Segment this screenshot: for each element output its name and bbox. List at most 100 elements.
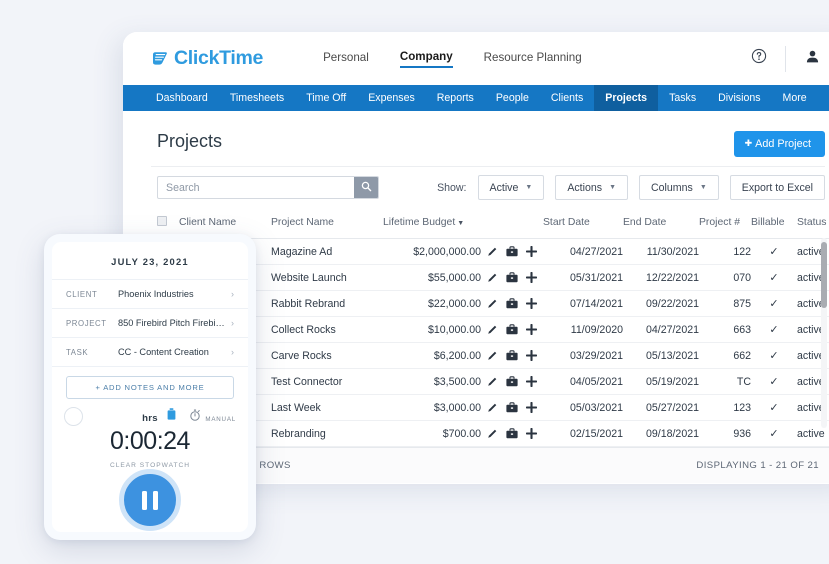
phone-field-project-value: 850 Firebird Pitch Firebird Pitc... <box>118 318 227 328</box>
search-button[interactable] <box>354 177 378 198</box>
cell-project-name[interactable]: Carve Rocks <box>271 342 383 369</box>
actions-dropdown[interactable]: Actions ▼ <box>555 175 628 200</box>
column-project-name[interactable]: Project Name <box>271 210 383 239</box>
plus-icon[interactable] <box>526 402 537 413</box>
nav-item-clients[interactable]: Clients <box>540 85 594 111</box>
columns-dropdown[interactable]: Columns ▼ <box>639 175 719 200</box>
cell-project-name[interactable]: Magazine Ad <box>271 238 383 265</box>
phone-field-client[interactable]: CLIENT Phoenix Industries › <box>52 280 248 309</box>
nav-item-more[interactable]: More <box>772 85 818 111</box>
plus-icon[interactable] <box>526 272 537 283</box>
plus-icon: ✚ <box>744 138 753 148</box>
briefcase-icon[interactable] <box>506 428 518 439</box>
topnav-item-resource-planning[interactable]: Resource Planning <box>484 51 582 67</box>
edit-pencil-icon[interactable] <box>487 350 498 361</box>
cell-project-name[interactable]: Rebranding <box>271 420 383 447</box>
briefcase-icon[interactable] <box>506 376 518 387</box>
cell-billable: ✓ <box>751 238 797 265</box>
nav-item-timesheets[interactable]: Timesheets <box>219 85 295 111</box>
nav-item-expenses[interactable]: Expenses <box>357 85 426 111</box>
edit-pencil-icon[interactable] <box>487 272 498 283</box>
table-row[interactable]: ›Website Launch$55,000.0005/31/202112/22… <box>157 264 829 291</box>
edit-pencil-icon[interactable] <box>487 246 498 257</box>
account-button[interactable] <box>793 42 829 76</box>
briefcase-icon[interactable] <box>506 298 518 309</box>
nav-item-dashboard[interactable]: Dashboard <box>145 85 219 111</box>
table-row[interactable]: › Rabbit Rebrand$22,000.00 07/14/202109/22… <box>157 290 829 317</box>
cell-project-name[interactable]: Collect Rocks <box>271 316 383 343</box>
add-project-label: Add Project <box>755 138 811 150</box>
add-project-button[interactable]: ✚ Add Project <box>733 131 825 157</box>
table-row[interactable]: › Collect Rocks$10,000.00 11/09/202004/27/… <box>157 316 829 343</box>
briefcase-icon[interactable] <box>506 402 518 413</box>
table-scrollbar-thumb[interactable] <box>821 242 827 308</box>
column-billable[interactable]: Billable <box>751 210 797 239</box>
nav-item-time-off[interactable]: Time Off <box>295 85 357 111</box>
plus-icon[interactable] <box>526 350 537 361</box>
cell-billable: ✓ <box>751 394 797 421</box>
column-start-date[interactable]: Start Date <box>543 210 623 239</box>
cell-start-date: 11/09/2020 <box>543 316 623 343</box>
cell-project-name[interactable]: Last Week <box>271 394 383 421</box>
edit-pencil-icon[interactable] <box>487 298 498 309</box>
table-row[interactable]: ›Last Week$3,000.0005/03/202105/27/20211… <box>157 394 829 421</box>
cell-row-actions <box>481 290 543 317</box>
chevron-right-icon: › <box>231 289 234 299</box>
edit-pencil-icon[interactable] <box>487 402 498 413</box>
column-project-number[interactable]: Project # <box>699 210 751 239</box>
table-row[interactable]: › Carve Rocks$6,200.00 03/29/202105/13/202… <box>157 342 829 369</box>
phone-field-client-value: Phoenix Industries <box>118 289 194 299</box>
cell-lifetime-budget: $3,000.00 <box>383 394 481 421</box>
phone-field-task[interactable]: TASK CC - Content Creation › <box>52 338 248 367</box>
edit-pencil-icon[interactable] <box>487 376 498 387</box>
edit-pencil-icon[interactable] <box>487 324 498 335</box>
plus-icon[interactable] <box>526 428 537 439</box>
plus-icon[interactable] <box>526 376 537 387</box>
edit-pencil-icon[interactable] <box>487 428 498 439</box>
clear-stopwatch-button[interactable]: CLEAR STOPWATCH <box>52 462 248 469</box>
nav-item-projects[interactable]: Projects <box>594 85 659 111</box>
phone-field-project[interactable]: PROJECT 850 Firebird Pitch Firebird Pitc… <box>52 309 248 338</box>
pause-button[interactable] <box>119 469 181 531</box>
nav-item-divisions[interactable]: Divisions <box>707 85 771 111</box>
clicktime-logo[interactable]: ClickTime <box>151 47 263 70</box>
topnav-item-company[interactable]: Company <box>399 50 453 68</box>
nav-item-people[interactable]: People <box>485 85 540 111</box>
nav-item-tasks[interactable]: Tasks <box>658 85 707 111</box>
show-filter-dropdown[interactable]: Active ▼ <box>477 175 545 200</box>
column-status[interactable]: Status <box>797 210 829 239</box>
table-scrollbar[interactable] <box>821 238 827 428</box>
table-row[interactable]: ›Rebranding$700.0002/15/202109/18/202193… <box>157 420 829 447</box>
plus-icon[interactable] <box>526 324 537 335</box>
table-row[interactable]: ›Magazine Ad$2,000,000.0004/27/202111/30… <box>157 238 829 265</box>
cell-lifetime-budget: $55,000.00 <box>383 264 481 291</box>
cell-project-name[interactable]: Rabbit Rebrand <box>271 290 383 317</box>
nav-item-reports[interactable]: Reports <box>426 85 485 111</box>
plus-icon[interactable] <box>526 246 537 257</box>
cell-row-actions <box>481 420 543 447</box>
help-button[interactable] <box>740 42 778 76</box>
cell-billable: ✓ <box>751 316 797 343</box>
select-all-checkbox[interactable] <box>157 216 167 226</box>
cell-end-date: 12/22/2021 <box>623 264 699 291</box>
table-row[interactable]: ›Test Connector$3,500.0004/05/202105/19/… <box>157 368 829 395</box>
cell-start-date: 05/03/2021 <box>543 394 623 421</box>
briefcase-icon[interactable] <box>506 350 518 361</box>
page-title: Projects <box>157 131 223 151</box>
briefcase-icon[interactable] <box>506 272 518 283</box>
briefcase-icon[interactable] <box>506 246 518 257</box>
phone-notes-wrapper: + ADD NOTES AND MORE <box>52 367 248 405</box>
export-to-excel-button[interactable]: Export to Excel <box>729 175 825 200</box>
phone-timer-value: 0:00:24 <box>110 427 190 455</box>
briefcase-icon[interactable] <box>506 324 518 335</box>
plus-icon[interactable] <box>526 298 537 309</box>
search-input[interactable] <box>158 177 354 198</box>
cell-lifetime-budget: $2,000,000.00 <box>383 238 481 265</box>
topnav-item-personal[interactable]: Personal <box>323 51 369 67</box>
column-lifetime-budget[interactable]: Lifetime Budget ▼ <box>383 210 481 239</box>
column-end-date[interactable]: End Date <box>623 210 699 239</box>
cell-project-name[interactable]: Website Launch <box>271 264 383 291</box>
cell-project-name[interactable]: Test Connector <box>271 368 383 395</box>
add-notes-button[interactable]: + ADD NOTES AND MORE <box>66 376 234 399</box>
cell-end-date: 05/13/2021 <box>623 342 699 369</box>
